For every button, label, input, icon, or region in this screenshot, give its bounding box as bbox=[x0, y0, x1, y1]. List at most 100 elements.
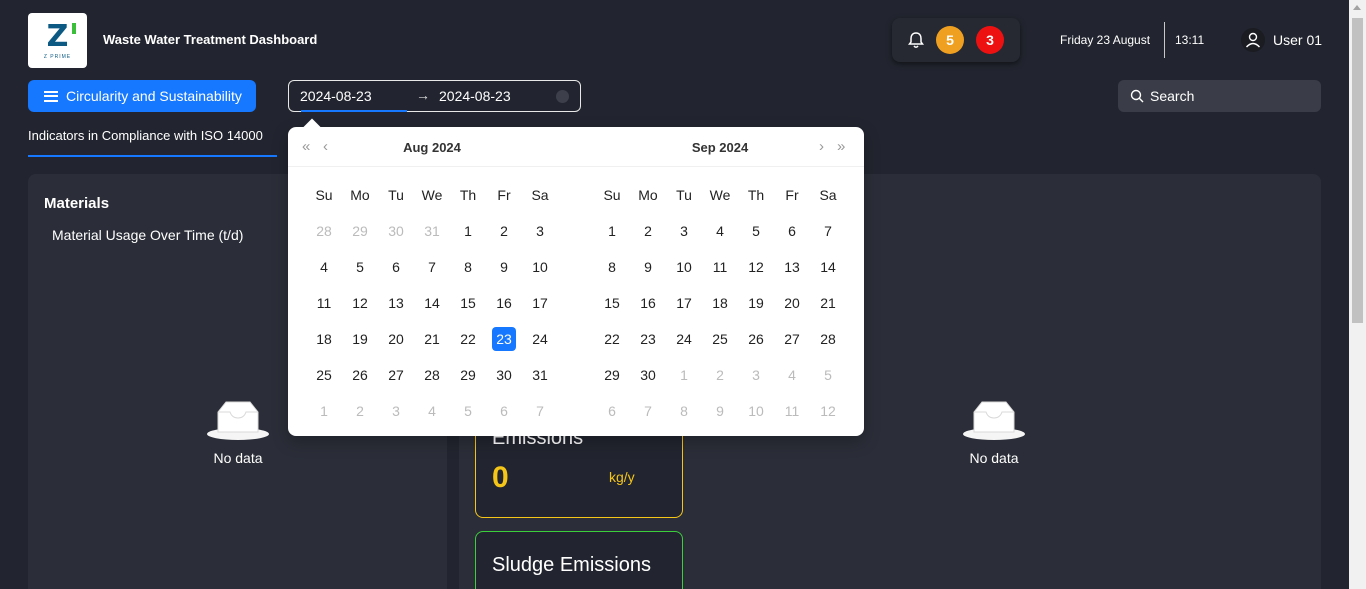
clear-range-icon[interactable] bbox=[556, 90, 569, 103]
september-day-cell[interactable]: 11 bbox=[774, 393, 810, 429]
september-day-cell[interactable]: 9 bbox=[702, 393, 738, 429]
september-day-cell[interactable]: 1 bbox=[666, 357, 702, 393]
august-day-cell[interactable]: 16 bbox=[486, 285, 522, 321]
august-day-cell[interactable]: 21 bbox=[414, 321, 450, 357]
august-day-cell[interactable]: 22 bbox=[450, 321, 486, 357]
september-day-cell[interactable]: 23 bbox=[630, 321, 666, 357]
august-day-cell[interactable]: 2 bbox=[486, 213, 522, 249]
august-day-cell[interactable]: 30 bbox=[486, 357, 522, 393]
left-month-title[interactable]: Aug 2024 bbox=[288, 140, 576, 155]
september-day-cell[interactable]: 8 bbox=[594, 249, 630, 285]
search-box[interactable]: Search bbox=[1118, 80, 1321, 112]
august-day-cell[interactable]: 28 bbox=[306, 213, 342, 249]
august-day-cell[interactable]: 9 bbox=[486, 249, 522, 285]
september-day-cell[interactable]: 2 bbox=[702, 357, 738, 393]
september-day-cell[interactable]: 18 bbox=[702, 285, 738, 321]
september-day-cell[interactable]: 12 bbox=[810, 393, 846, 429]
bell-icon[interactable] bbox=[906, 30, 926, 50]
august-day-cell[interactable]: 14 bbox=[414, 285, 450, 321]
user-name[interactable]: User 01 bbox=[1273, 32, 1322, 48]
august-day-cell[interactable]: 30 bbox=[378, 213, 414, 249]
warning-count-badge[interactable]: 5 bbox=[936, 26, 964, 54]
september-day-cell[interactable]: 10 bbox=[738, 393, 774, 429]
september-day-cell[interactable]: 6 bbox=[774, 213, 810, 249]
september-day-cell[interactable]: 28 bbox=[810, 321, 846, 357]
september-day-cell[interactable]: 3 bbox=[738, 357, 774, 393]
august-day-cell[interactable]: 1 bbox=[450, 213, 486, 249]
range-end-input[interactable]: 2024-08-23 bbox=[439, 88, 511, 104]
scrollbar-thumb[interactable] bbox=[1352, 18, 1363, 323]
selected-day-cell[interactable]: 23 bbox=[486, 321, 522, 357]
august-day-cell[interactable]: 25 bbox=[306, 357, 342, 393]
august-day-cell[interactable]: 20 bbox=[378, 321, 414, 357]
september-day-cell[interactable]: 1 bbox=[594, 213, 630, 249]
september-day-cell[interactable]: 7 bbox=[810, 213, 846, 249]
september-day-cell[interactable]: 27 bbox=[774, 321, 810, 357]
september-day-cell[interactable]: 5 bbox=[738, 213, 774, 249]
august-day-cell[interactable]: 2 bbox=[342, 393, 378, 429]
august-day-cell[interactable]: 29 bbox=[450, 357, 486, 393]
august-day-cell[interactable]: 13 bbox=[378, 285, 414, 321]
september-day-cell[interactable]: 16 bbox=[630, 285, 666, 321]
september-day-cell[interactable]: 26 bbox=[738, 321, 774, 357]
august-day-cell[interactable]: 15 bbox=[450, 285, 486, 321]
search-input[interactable]: Search bbox=[1150, 88, 1194, 104]
september-day-cell[interactable]: 13 bbox=[774, 249, 810, 285]
august-day-cell[interactable]: 3 bbox=[522, 213, 558, 249]
august-day-cell[interactable]: 27 bbox=[378, 357, 414, 393]
august-day-cell[interactable]: 31 bbox=[522, 357, 558, 393]
august-day-cell[interactable]: 3 bbox=[378, 393, 414, 429]
september-day-cell[interactable]: 30 bbox=[630, 357, 666, 393]
september-day-cell[interactable]: 21 bbox=[810, 285, 846, 321]
august-day-cell[interactable]: 10 bbox=[522, 249, 558, 285]
next-year-icon[interactable]: » bbox=[837, 139, 845, 154]
august-day-cell[interactable]: 12 bbox=[342, 285, 378, 321]
august-day-cell[interactable]: 11 bbox=[306, 285, 342, 321]
august-day-cell[interactable]: 8 bbox=[450, 249, 486, 285]
august-day-cell[interactable]: 26 bbox=[342, 357, 378, 393]
august-day-cell[interactable]: 6 bbox=[486, 393, 522, 429]
september-day-cell[interactable]: 19 bbox=[738, 285, 774, 321]
september-day-cell[interactable]: 24 bbox=[666, 321, 702, 357]
august-day-cell[interactable]: 5 bbox=[342, 249, 378, 285]
august-day-cell[interactable]: 31 bbox=[414, 213, 450, 249]
category-menu-button[interactable]: Circularity and Sustainability bbox=[28, 80, 256, 112]
august-day-cell[interactable]: 7 bbox=[522, 393, 558, 429]
date-range-picker[interactable]: 2024-08-23 → 2024-08-23 bbox=[288, 80, 581, 112]
august-day-cell[interactable]: 18 bbox=[306, 321, 342, 357]
september-day-cell[interactable]: 7 bbox=[630, 393, 666, 429]
august-day-cell[interactable]: 19 bbox=[342, 321, 378, 357]
user-avatar-icon[interactable] bbox=[1241, 28, 1265, 52]
scroll-up-icon[interactable] bbox=[1353, 5, 1361, 10]
september-day-cell[interactable]: 22 bbox=[594, 321, 630, 357]
alert-count-badge[interactable]: 3 bbox=[976, 26, 1004, 54]
range-start-input[interactable]: 2024-08-23 bbox=[300, 88, 372, 104]
august-day-cell[interactable]: 6 bbox=[378, 249, 414, 285]
august-day-cell[interactable]: 7 bbox=[414, 249, 450, 285]
company-logo[interactable]: Z Z PRIME bbox=[28, 13, 87, 68]
page-scrollbar[interactable] bbox=[1349, 0, 1366, 589]
september-day-cell[interactable]: 10 bbox=[666, 249, 702, 285]
september-day-cell[interactable]: 14 bbox=[810, 249, 846, 285]
august-day-cell[interactable]: 29 bbox=[342, 213, 378, 249]
september-day-cell[interactable]: 17 bbox=[666, 285, 702, 321]
september-day-cell[interactable]: 12 bbox=[738, 249, 774, 285]
september-day-cell[interactable]: 15 bbox=[594, 285, 630, 321]
august-day-cell[interactable]: 17 bbox=[522, 285, 558, 321]
september-day-cell[interactable]: 6 bbox=[594, 393, 630, 429]
next-month-icon[interactable]: › bbox=[819, 139, 824, 154]
august-day-cell[interactable]: 5 bbox=[450, 393, 486, 429]
august-day-cell[interactable]: 4 bbox=[414, 393, 450, 429]
august-day-cell[interactable]: 1 bbox=[306, 393, 342, 429]
september-day-cell[interactable]: 2 bbox=[630, 213, 666, 249]
august-day-cell[interactable]: 24 bbox=[522, 321, 558, 357]
september-day-cell[interactable]: 3 bbox=[666, 213, 702, 249]
september-day-cell[interactable]: 4 bbox=[702, 213, 738, 249]
september-day-cell[interactable]: 4 bbox=[774, 357, 810, 393]
september-day-cell[interactable]: 20 bbox=[774, 285, 810, 321]
september-day-cell[interactable]: 11 bbox=[702, 249, 738, 285]
sludge-emissions-card[interactable]: Sludge Emissions bbox=[475, 531, 683, 589]
september-day-cell[interactable]: 25 bbox=[702, 321, 738, 357]
august-day-cell[interactable]: 4 bbox=[306, 249, 342, 285]
september-day-cell[interactable]: 5 bbox=[810, 357, 846, 393]
